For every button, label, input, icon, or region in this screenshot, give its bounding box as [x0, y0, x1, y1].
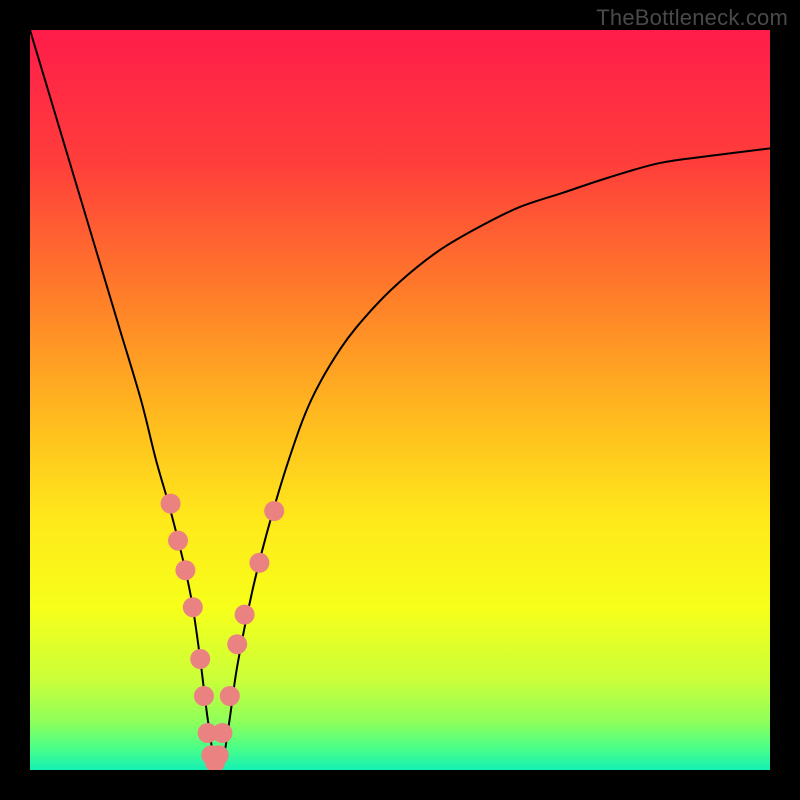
highlight-dot	[235, 605, 255, 625]
highlight-dot	[220, 686, 240, 706]
highlight-dot	[227, 634, 247, 654]
bottleneck-chart	[30, 30, 770, 770]
highlight-dot	[209, 745, 229, 765]
highlight-dot	[190, 649, 210, 669]
highlight-dot	[194, 686, 214, 706]
highlight-dot	[183, 597, 203, 617]
highlight-dot	[168, 531, 188, 551]
highlight-dot	[175, 560, 195, 580]
highlight-dot	[249, 553, 269, 573]
highlight-dot	[264, 501, 284, 521]
highlight-dot	[212, 723, 232, 743]
highlight-dot	[161, 494, 181, 514]
watermark-text: TheBottleneck.com	[596, 5, 788, 31]
chart-frame: TheBottleneck.com	[0, 0, 800, 800]
